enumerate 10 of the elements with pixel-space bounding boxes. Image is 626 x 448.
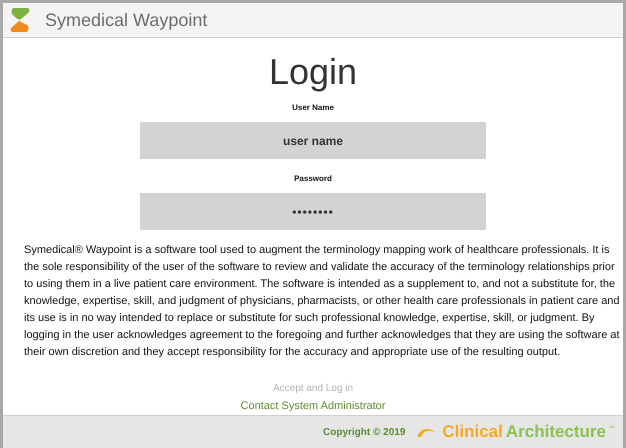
contact-admin-link[interactable]: Contact System Administrator bbox=[240, 398, 386, 414]
password-field[interactable]: •••••••• bbox=[140, 193, 486, 230]
disclaimer-text: Symedical® Waypoint is a software tool used to augment the terminology mapping work of healthcare professionals. It is the sole responsibility of the user of the software to review and validate the accuracy of the terminology relationships prior to using them in a live patient care environment. The software is intended as a supplement to, and not a substitute for, the knowledge, expertise, skill, and judgment of physicians, pharmacists, or other health care professionals in patient care and its use is in no way intended to replace or substitute for such professional knowledge, expertise, skill, or judgment. By logging in the user acknowledges agreement to the foregoing and further acknowledges that they are using the software at their own discretion and they accept responsibility for the accuracy and appropriate use of the resulting output. bbox=[23, 243, 621, 360]
field-label: User Name bbox=[292, 102, 334, 114]
username-field[interactable]: user name bbox=[140, 122, 486, 159]
login-heading: Login bbox=[268, 50, 358, 94]
field-label: Password bbox=[294, 173, 332, 185]
copyright-text: Copyright © 2019 bbox=[323, 426, 406, 440]
app-title: Symedical Waypoint bbox=[45, 8, 208, 32]
logo-icon bbox=[9, 6, 31, 34]
